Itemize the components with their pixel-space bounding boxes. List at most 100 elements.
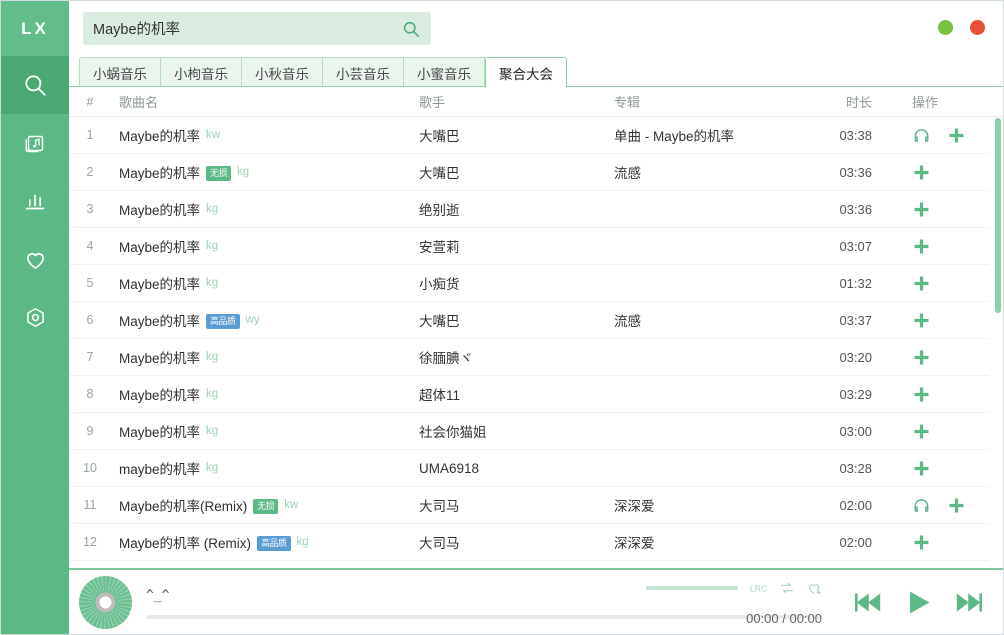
add-icon[interactable]	[912, 348, 931, 367]
minimize-button[interactable]	[938, 20, 953, 35]
add-icon[interactable]	[912, 163, 931, 182]
table-row[interactable]: 5 Maybe的机率 kg 小痴货 01:32	[69, 265, 989, 302]
song-title: Maybe的机率(Remix)	[119, 499, 248, 514]
row-duration: 02:00	[839, 534, 872, 550]
quality-badge: 高品质	[257, 535, 291, 551]
tab-1[interactable]: 小枸音乐	[160, 57, 241, 87]
source-tag: kg	[206, 240, 219, 252]
add-icon[interactable]	[912, 200, 931, 219]
song-title: Maybe的机率	[119, 351, 201, 366]
row-song-name: maybe的机率 kg	[111, 458, 411, 478]
song-title: Maybe的机率	[119, 425, 201, 440]
listen-icon[interactable]	[912, 496, 931, 515]
row-duration: 03:36	[839, 164, 872, 180]
source-tag: kg	[206, 462, 219, 474]
row-song-name: Maybe的机率 无损 kg	[111, 162, 411, 182]
next-track-icon[interactable]	[952, 586, 985, 619]
source-tag: kg	[206, 203, 219, 215]
repeat-icon[interactable]	[779, 580, 795, 596]
table-row[interactable]: 11 Maybe的机率(Remix) 无损 kw 大司马 深深爱 02:00	[69, 487, 989, 524]
source-tag: kw	[206, 129, 221, 141]
song-title: Maybe的机率	[119, 388, 201, 403]
row-duration: 03:20	[839, 349, 872, 365]
add-icon[interactable]	[912, 459, 931, 478]
song-title: Maybe的机率	[119, 166, 201, 181]
add-icon[interactable]	[912, 385, 931, 404]
sidebar-item-favorites[interactable]	[1, 230, 69, 288]
table-scrollbar[interactable]	[995, 118, 1001, 566]
row-operations	[896, 126, 989, 145]
add-icon[interactable]	[947, 496, 966, 515]
table-row[interactable]: 12 Maybe的机率 (Remix) 高品质 kg 大司马 深深爱 02:00	[69, 524, 989, 561]
song-table: # 歌曲名 歌手 专辑 时长 操作 1 Maybe的机率 kw 大嘴巴 单曲 - May…	[69, 87, 1003, 568]
row-operations	[896, 385, 989, 404]
add-icon[interactable]	[912, 237, 931, 256]
table-row[interactable]: 4 Maybe的机率 kg 安萱莉 03:07	[69, 228, 989, 265]
row-artist: UMA6918	[419, 460, 480, 476]
search-icon[interactable]	[401, 19, 421, 39]
source-tag: kg	[206, 277, 219, 289]
sidebar-item-settings[interactable]	[1, 288, 69, 346]
sidebar-item-leaderboard[interactable]	[1, 172, 69, 230]
vinyl-disc-icon[interactable]	[79, 575, 132, 629]
time-display: 00:00 / 00:00	[746, 611, 822, 626]
app-window: LX Maybe的机率 小蜗音乐 小枸音乐 小秋音乐 小芸音乐 小蜜音乐 聚合大…	[0, 0, 1004, 635]
play-icon[interactable]	[903, 587, 934, 618]
add-icon[interactable]	[912, 274, 931, 293]
progress-bar[interactable]	[146, 614, 822, 619]
tab-3[interactable]: 小芸音乐	[322, 57, 403, 87]
tab-0[interactable]: 小蜗音乐	[79, 57, 160, 87]
row-index: 8	[86, 387, 94, 401]
row-duration: 02:00	[839, 497, 872, 513]
add-icon[interactable]	[912, 311, 931, 330]
source-tag: kg	[206, 388, 219, 400]
progress-row	[146, 614, 822, 619]
row-duration: 01:32	[839, 275, 872, 291]
row-index: 11	[83, 498, 97, 512]
player-controls	[836, 586, 989, 619]
table-row[interactable]: 3 Maybe的机率 kg 绝别逝 03:36	[69, 191, 989, 228]
tab-2[interactable]: 小秋音乐	[241, 57, 322, 87]
sidebar-item-song-list[interactable]	[1, 114, 69, 172]
row-index: 2	[86, 165, 94, 179]
scrollbar-thumb[interactable]	[995, 118, 1001, 313]
search-box[interactable]	[83, 12, 431, 45]
header-bar	[69, 1, 1003, 56]
close-button[interactable]	[970, 20, 985, 35]
row-index: 6	[86, 313, 94, 327]
add-icon[interactable]	[947, 126, 966, 145]
search-icon	[22, 72, 48, 98]
add-icon[interactable]	[912, 533, 931, 552]
add-icon[interactable]	[912, 422, 931, 441]
row-song-name: Maybe的机率 kw	[111, 125, 411, 145]
table-row[interactable]: 7 Maybe的机率 kg 徐腼腆ヾ 03:20	[69, 339, 989, 376]
row-song-name: Maybe的机率 kg	[111, 347, 411, 367]
table-row[interactable]: 2 Maybe的机率 无损 kg 大嘴巴 流感 03:36	[69, 154, 989, 191]
row-album: 深深爱	[614, 536, 655, 551]
window-controls	[938, 20, 985, 35]
table-row[interactable]: 6 Maybe的机率 高品质 wy 大嘴巴 流感 03:37	[69, 302, 989, 339]
table-row[interactable]: 8 Maybe的机率 kg 超体11 03:29	[69, 376, 989, 413]
tab-4[interactable]: 小蜜音乐	[403, 57, 485, 87]
tab-label: 小秋音乐	[255, 66, 309, 82]
search-input[interactable]	[93, 20, 401, 37]
row-operations	[896, 163, 989, 182]
lrc-icon[interactable]: LRC	[749, 581, 768, 596]
heart-plus-icon[interactable]	[806, 580, 822, 596]
row-song-name: Maybe的机率 kg	[111, 384, 411, 404]
table-row[interactable]: 1 Maybe的机率 kw 大嘴巴 单曲 - Maybe的机率 03:38	[69, 117, 989, 154]
volume-slider[interactable]	[646, 586, 738, 590]
player-top-controls: LRC	[646, 580, 822, 596]
previous-track-icon[interactable]	[852, 586, 885, 619]
row-song-name: Maybe的机率 (Remix) 高品质 kg	[111, 532, 411, 552]
header-ops: 操作	[912, 95, 939, 110]
music-library-icon	[23, 131, 47, 155]
table-header: # 歌曲名 歌手 专辑 时长 操作	[69, 87, 1003, 117]
sidebar-item-search[interactable]	[1, 56, 69, 114]
tab-5[interactable]: 聚合大会	[485, 57, 567, 88]
table-row[interactable]: 10 maybe的机率 kg UMA6918 03:28	[69, 450, 989, 487]
table-row[interactable]: 9 Maybe的机率 kg 社会你猫姐 03:00	[69, 413, 989, 450]
row-song-name: Maybe的机率(Remix) 无损 kw	[111, 495, 411, 515]
row-index: 9	[86, 424, 94, 438]
listen-icon[interactable]	[912, 126, 931, 145]
